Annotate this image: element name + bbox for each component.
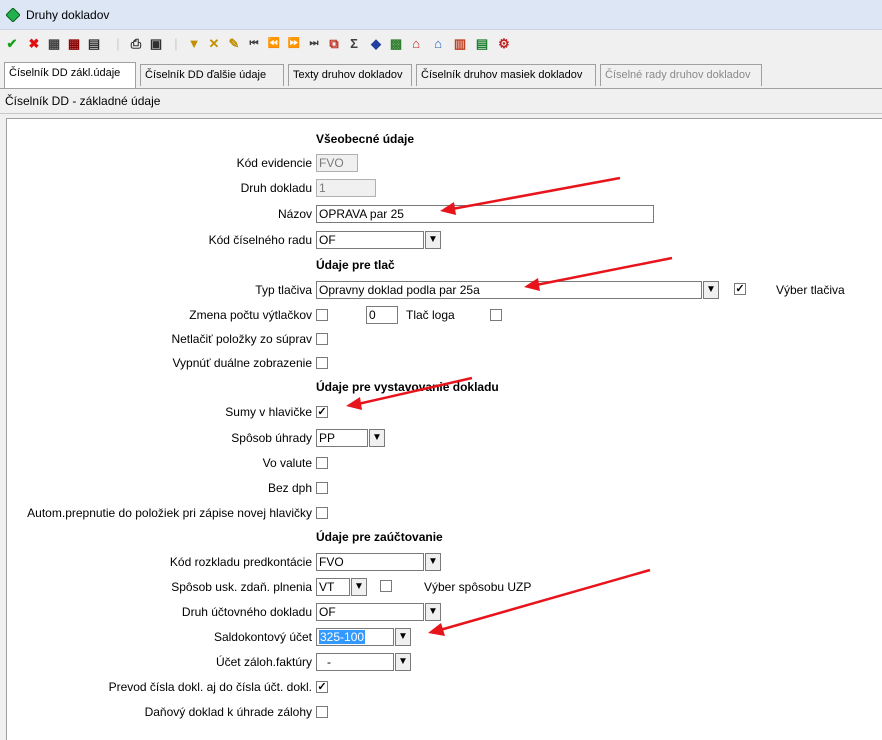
saldokontovy-field[interactable]: 325-100 xyxy=(316,628,394,646)
sumy-v-hlavicke-label: Sumy v hlavičke xyxy=(225,405,312,419)
tab-divider xyxy=(0,88,882,89)
print-header: Údaje pre tlač xyxy=(316,258,395,272)
grid-icon[interactable]: ▦ xyxy=(46,36,62,52)
ucet-zaloh-dropdown-icon[interactable]: ▼ xyxy=(395,653,411,671)
toolbar: ✔ ✖ ▦ ▦ ▤ | ⎙ ▣ | ▼ ✕ ✎ ⏮ ⏪ ⏩ ⏭ ⧉ Σ ◆ ▩ … xyxy=(0,32,882,58)
typ-tlaciva-label: Typ tlačiva xyxy=(255,283,312,297)
prevod-cisla-checkbox[interactable]: ✓ xyxy=(316,681,328,693)
issue-header: Údaje pre vystavovanie dokladu xyxy=(316,380,499,394)
table-icon[interactable]: ▤ xyxy=(474,36,490,52)
tab-texty[interactable]: Texty druhov dokladov xyxy=(288,64,412,86)
vo-valute-checkbox[interactable] xyxy=(316,457,328,469)
grid-delete-icon[interactable]: ▤ xyxy=(86,36,102,52)
cancel-icon[interactable]: ✖ xyxy=(26,36,42,52)
druh-uctovneho-label: Druh účtovného dokladu xyxy=(181,605,312,619)
filter-icon[interactable]: ▼ xyxy=(186,36,202,52)
sum-icon[interactable]: Σ xyxy=(346,36,362,52)
copy-icon[interactable]: ⧉ xyxy=(326,36,342,52)
nazov-field[interactable]: OPRAVA par 25 xyxy=(316,205,654,223)
bez-dph-label: Bez dph xyxy=(267,481,312,495)
netlacit-label: Netlačiť položky zo súprav xyxy=(171,332,312,346)
saldokontovy-value: 325-100 xyxy=(319,630,366,644)
ucet-zaloh-label: Účet záloh.faktúry xyxy=(215,655,312,669)
kod-ciselneho-radu-field[interactable]: OF xyxy=(316,231,424,249)
danovy-doklad-label: Daňový doklad k úhrade zálohy xyxy=(144,705,312,719)
vypnut-dualne-label: Vypnúť duálne zobrazenie xyxy=(172,356,313,370)
sposob-uhrady-label: Spôsob úhrady xyxy=(231,431,312,445)
tab-ciselne-rady[interactable]: Číselné rady druhov dokladov xyxy=(600,64,762,86)
autom-prepnutie-checkbox[interactable] xyxy=(316,507,328,519)
sposob-usk-dropdown-icon[interactable]: ▼ xyxy=(351,578,367,596)
window-title: Druhy dokladov xyxy=(26,8,110,22)
print-icon[interactable]: ⎙ xyxy=(128,36,144,52)
saldokontovy-dropdown-icon[interactable]: ▼ xyxy=(395,628,411,646)
first-icon[interactable]: ⏮ xyxy=(246,36,262,52)
toolbar-separator: | xyxy=(174,36,178,51)
zmena-poctu-checkbox[interactable] xyxy=(316,309,328,321)
tab-masky[interactable]: Číselník druhov masiek dokladov xyxy=(416,64,596,86)
typ-tlaciva-dropdown-icon[interactable]: ▼ xyxy=(703,281,719,299)
kod-ciselneho-radu-label: Kód číselného radu xyxy=(208,233,312,247)
vyber-tlaciva-label: Výber tlačiva xyxy=(776,283,845,297)
zmena-poctu-label: Zmena počtu výtlačkov xyxy=(189,308,312,322)
pocet-vytlackov-field[interactable]: 0 xyxy=(366,306,398,324)
filter-edit-icon[interactable]: ✎ xyxy=(226,36,242,52)
vyber-tlaciva-checkbox[interactable]: ✓ xyxy=(734,283,746,295)
typ-tlaciva-field[interactable]: Opravny doklad podla par 25a xyxy=(316,281,702,299)
toolbar-separator: | xyxy=(116,36,120,51)
house-icon[interactable]: ⌂ xyxy=(430,36,446,52)
danovy-doklad-checkbox[interactable] xyxy=(316,706,328,718)
sumy-v-hlavicke-checkbox[interactable]: ✓ xyxy=(316,406,328,418)
section-title: Číselník DD - základné údaje xyxy=(0,90,882,114)
kod-evidencie-label: Kód evidencie xyxy=(236,156,312,170)
tab-bar: Číselník DD zákl.údaje Číselník DD ďalši… xyxy=(0,60,882,88)
filter-clear-icon[interactable]: ✕ xyxy=(206,36,222,52)
preview-icon[interactable]: ▣ xyxy=(148,36,164,52)
tab-zakladne-udaje[interactable]: Číselník DD zákl.údaje xyxy=(4,62,136,88)
home-icon[interactable]: ⌂ xyxy=(408,36,424,52)
last-icon[interactable]: ⏭ xyxy=(306,36,322,52)
prevod-cisla-label: Prevod čísla dokl. aj do čísla účt. dokl… xyxy=(108,680,312,694)
kod-evidencie-field[interactable]: FVO xyxy=(316,154,358,172)
calendar-icon[interactable]: ▩ xyxy=(388,36,404,52)
druh-uctovneho-dropdown-icon[interactable]: ▼ xyxy=(425,603,441,621)
netlacit-checkbox[interactable] xyxy=(316,333,328,345)
kod-rozkladu-dropdown-icon[interactable]: ▼ xyxy=(425,553,441,571)
app-icon xyxy=(6,8,20,22)
saldokontovy-label: Saldokontový účet xyxy=(213,630,312,644)
tlac-loga-checkbox[interactable] xyxy=(490,309,502,321)
tlac-loga-label: Tlač loga xyxy=(406,308,455,322)
kod-ciselneho-radu-dropdown-icon[interactable]: ▼ xyxy=(425,231,441,249)
druh-dokladu-label: Druh dokladu xyxy=(240,181,312,195)
druh-dokladu-field[interactable]: 1 xyxy=(316,179,376,197)
export-icon[interactable]: ◆ xyxy=(368,36,384,52)
kod-rozkladu-label: Kód rozkladu predkontácie xyxy=(169,555,312,569)
sposob-usk-field[interactable]: VT xyxy=(316,578,350,596)
confirm-icon[interactable]: ✔ xyxy=(4,36,20,52)
sposob-usk-label: Spôsob usk. zdaň. plnenia xyxy=(171,580,312,594)
chart-icon[interactable]: ▥ xyxy=(452,36,468,52)
nazov-label: Názov xyxy=(277,207,312,221)
tab-dalsie-udaje[interactable]: Číselník DD ďalšie údaje xyxy=(140,64,284,86)
settings-icon[interactable]: ⚙ xyxy=(496,36,512,52)
grid-edit-icon[interactable]: ▦ xyxy=(66,36,82,52)
sposob-uhrady-field[interactable]: PP xyxy=(316,429,368,447)
kod-rozkladu-field[interactable]: FVO xyxy=(316,553,424,571)
general-header: Všeobecné údaje xyxy=(316,132,415,146)
vypnut-dualne-checkbox[interactable] xyxy=(316,357,328,369)
title-bar: Druhy dokladov xyxy=(0,0,882,30)
druh-uctovneho-field[interactable]: OF xyxy=(316,603,424,621)
vo-valute-label: Vo valute xyxy=(262,456,312,470)
bez-dph-checkbox[interactable] xyxy=(316,482,328,494)
vyber-uzp-label: Výber spôsobu UZP xyxy=(424,580,532,594)
prev-icon[interactable]: ⏪ xyxy=(266,36,282,52)
sposob-uhrady-dropdown-icon[interactable]: ▼ xyxy=(369,429,385,447)
autom-prepnutie-label: Autom.prepnutie do položiek pri zápise n… xyxy=(27,506,312,520)
next-icon[interactable]: ⏩ xyxy=(286,36,302,52)
ucet-zaloh-field[interactable]: - xyxy=(316,653,394,671)
vyber-uzp-checkbox[interactable] xyxy=(380,580,392,592)
accounting-header: Údaje pre zaúčtovanie xyxy=(316,530,443,544)
